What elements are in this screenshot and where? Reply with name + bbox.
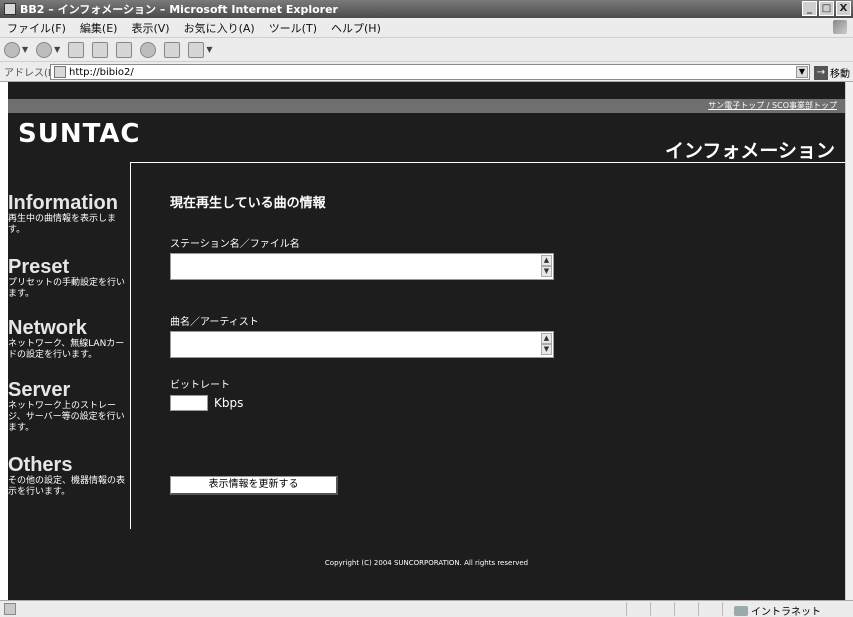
toolbar: ▼ ▼ ▼ [0, 38, 853, 62]
bitrate-unit: Kbps [214, 396, 244, 410]
nav-preset-title[interactable]: Preset [8, 256, 130, 278]
back-icon[interactable] [4, 41, 20, 58]
nav-server-desc: ネットワーク上のストレージ、サーバー等の設定を行います。 [8, 401, 125, 433]
nav-others-title[interactable]: Others [8, 454, 130, 476]
status-divider [674, 602, 675, 616]
page-content: サン電子トップ / SCO事業部トップ SUNTAC インフォメーション Inf… [8, 82, 845, 600]
status-bar: イントラネット [0, 600, 853, 617]
divider-vertical [130, 162, 131, 529]
go-label: 移動 [830, 69, 850, 80]
scroll-up-icon[interactable]: ▲ [541, 255, 552, 266]
status-divider [650, 602, 651, 616]
status-divider [722, 602, 723, 616]
address-bar: アドレス(D) http://bibio2/ ▼ → 移動 [0, 62, 853, 82]
menu-tools[interactable]: ツール(T) [262, 20, 324, 36]
close-button[interactable]: X [836, 1, 851, 16]
go-button[interactable]: → 移動 [814, 65, 850, 80]
menu-edit[interactable]: 編集(E) [73, 20, 125, 36]
maximize-button[interactable]: □ [819, 1, 834, 16]
nav-information-title[interactable]: Information [8, 192, 130, 214]
scroll-up-icon[interactable]: ▲ [541, 333, 552, 344]
address-url[interactable]: http://bibio2/ [69, 67, 134, 78]
nav-information-desc: 再生中の曲情報を表示します。 [8, 214, 117, 235]
bitrate-label: ビットレート [170, 380, 230, 391]
page-status-icon [4, 603, 16, 615]
top-links[interactable]: サン電子トップ / SCO事業部トップ [708, 100, 837, 111]
address-input[interactable]: http://bibio2/ ▼ [50, 64, 810, 80]
intranet-icon [734, 605, 748, 616]
menu-view[interactable]: 表示(V) [124, 20, 176, 36]
print-icon[interactable] [164, 41, 181, 58]
nav-server-title[interactable]: Server [8, 379, 130, 401]
status-divider [626, 602, 627, 616]
menu-favorites[interactable]: お気に入り(A) [177, 20, 262, 36]
stop-icon[interactable] [68, 41, 85, 58]
nav-network[interactable]: Network ネットワーク、無線LANカードの設定を行います。 [8, 317, 130, 361]
song-label: 曲名／アーティスト [170, 317, 259, 328]
zone-label: イントラネット [751, 607, 821, 617]
edit-icon[interactable] [188, 41, 205, 58]
main-title: 現在再生している曲の情報 [170, 196, 326, 211]
nav-preset-desc: プリセットの手動設定を行います。 [8, 278, 126, 299]
forward-icon[interactable] [36, 41, 53, 58]
home-icon[interactable] [116, 41, 133, 58]
nav-others[interactable]: Others その他の設定、機器情報の表示を行います。 [8, 454, 130, 498]
station-field[interactable]: ▲ ▼ [170, 253, 554, 280]
page-icon [54, 66, 66, 78]
scroll-down-icon[interactable]: ▼ [541, 344, 552, 355]
top-links-text[interactable]: サン電子トップ / SCO事業部トップ [708, 100, 837, 111]
page-left-margin [0, 82, 8, 600]
nav-network-desc: ネットワーク、無線LANカードの設定を行います。 [8, 339, 125, 360]
forward-dropdown-icon[interactable]: ▼ [54, 45, 60, 54]
refresh-icon[interactable] [92, 41, 109, 58]
station-scrollbar[interactable]: ▲ ▼ [541, 255, 552, 278]
song-scrollbar[interactable]: ▲ ▼ [541, 333, 552, 356]
nav-server[interactable]: Server ネットワーク上のストレージ、サーバー等の設定を行います。 [8, 379, 130, 434]
nav-information[interactable]: Information 再生中の曲情報を表示します。 [8, 192, 130, 236]
nav-network-title[interactable]: Network [8, 317, 130, 339]
go-arrow-icon: → [814, 65, 828, 80]
nav-preset[interactable]: Preset プリセットの手動設定を行います。 [8, 256, 130, 300]
vertical-scrollbar[interactable] [845, 82, 853, 600]
copyright: Copyright (C) 2004 SUNCORPORATION. All r… [324, 559, 529, 567]
window-controls: _ □ X [802, 1, 851, 16]
scroll-down-icon[interactable]: ▼ [541, 266, 552, 277]
bitrate-field[interactable] [170, 395, 208, 411]
station-label: ステーション名／ファイル名 [170, 239, 300, 250]
page-title: インフォメーション [664, 140, 835, 162]
back-dropdown-icon[interactable]: ▼ [22, 45, 28, 54]
song-field[interactable]: ▲ ▼ [170, 331, 554, 358]
window-title: BB2 – インフォメーション – Microsoft Internet Exp… [20, 3, 338, 16]
security-zone: イントラネット [734, 603, 821, 617]
status-divider [698, 602, 699, 616]
title-bar: BB2 – インフォメーション – Microsoft Internet Exp… [0, 0, 853, 18]
edit-dropdown-icon[interactable]: ▼ [206, 45, 212, 54]
minimize-button[interactable]: _ [802, 1, 817, 16]
address-dropdown-icon[interactable]: ▼ [796, 66, 808, 78]
menu-bar: ファイル(F) 編集(E) 表示(V) お気に入り(A) ツール(T) ヘルプ(… [0, 18, 853, 38]
menu-file[interactable]: ファイル(F) [0, 20, 73, 36]
ie-icon [4, 3, 16, 15]
refresh-info-button[interactable]: 表示情報を更新する [170, 476, 338, 495]
suntac-logo: SUNTAC [18, 119, 141, 149]
windows-flag-icon [833, 20, 847, 34]
divider-horizontal [130, 162, 845, 163]
menu-help[interactable]: ヘルプ(H) [324, 20, 388, 36]
nav-others-desc: その他の設定、機器情報の表示を行います。 [8, 476, 126, 497]
history-icon[interactable] [140, 41, 157, 58]
